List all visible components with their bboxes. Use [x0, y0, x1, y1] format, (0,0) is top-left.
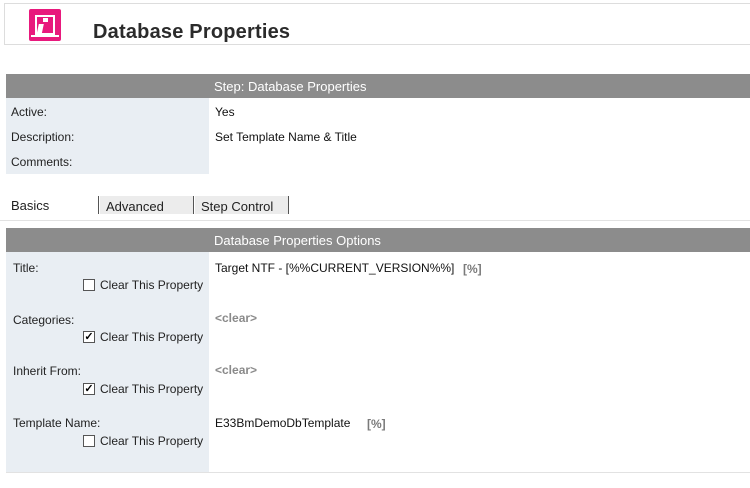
description-label: Description:	[11, 130, 75, 144]
tab-separator	[98, 196, 99, 214]
info-icon	[29, 9, 61, 41]
template-name-variable-token[interactable]: [%]	[367, 417, 386, 431]
step-panel-header-text: Step: Database Properties	[214, 79, 367, 94]
template-name-property-label: Template Name:	[13, 416, 101, 430]
active-value[interactable]: Yes	[215, 105, 235, 119]
tab-separator	[288, 196, 289, 214]
categories-clear-token: <clear>	[215, 311, 258, 325]
title-clear-label[interactable]: Clear This Property	[100, 278, 203, 292]
title-clear-checkbox[interactable]	[83, 279, 95, 291]
options-panel-header: Database Properties Options	[6, 228, 750, 252]
tabs-underline	[0, 220, 750, 221]
inherit-from-clear-checkbox[interactable]: ✓	[83, 383, 95, 395]
panel-bottom-border	[6, 472, 750, 473]
inherit-from-property-label: Inherit From:	[13, 364, 82, 378]
tab-separator	[193, 196, 194, 214]
inherit-from-clear-label[interactable]: Clear This Property	[100, 382, 203, 396]
categories-clear-checkbox[interactable]: ✓	[83, 331, 95, 343]
tab-advanced[interactable]: Advanced	[106, 199, 164, 214]
template-name-clear-label[interactable]: Clear This Property	[100, 434, 203, 448]
template-name-property-value[interactable]: E33BmDemoDbTemplate	[215, 416, 350, 430]
title-variable-token[interactable]: [%]	[463, 262, 482, 276]
title-bar: Database Properties	[4, 3, 750, 45]
description-value[interactable]: Set Template Name & Title	[215, 130, 357, 144]
options-value-column	[209, 252, 750, 472]
categories-property-label: Categories:	[13, 313, 75, 327]
inherit-from-clear-token: <clear>	[215, 363, 258, 377]
tab-basics[interactable]: Basics	[11, 198, 49, 213]
title-property-label: Title:	[13, 261, 39, 275]
step-panel-header: Step: Database Properties	[6, 74, 750, 98]
comments-label: Comments:	[11, 155, 73, 169]
active-label: Active:	[11, 105, 48, 119]
page-title: Database Properties	[93, 21, 291, 43]
template-name-clear-checkbox[interactable]	[83, 435, 95, 447]
title-property-value[interactable]: Target NTF - [%%CURRENT_VERSION%%]	[215, 261, 454, 275]
categories-clear-label[interactable]: Clear This Property	[100, 330, 203, 344]
options-panel-header-text: Database Properties Options	[214, 233, 381, 248]
tab-step-control[interactable]: Step Control	[201, 199, 273, 214]
